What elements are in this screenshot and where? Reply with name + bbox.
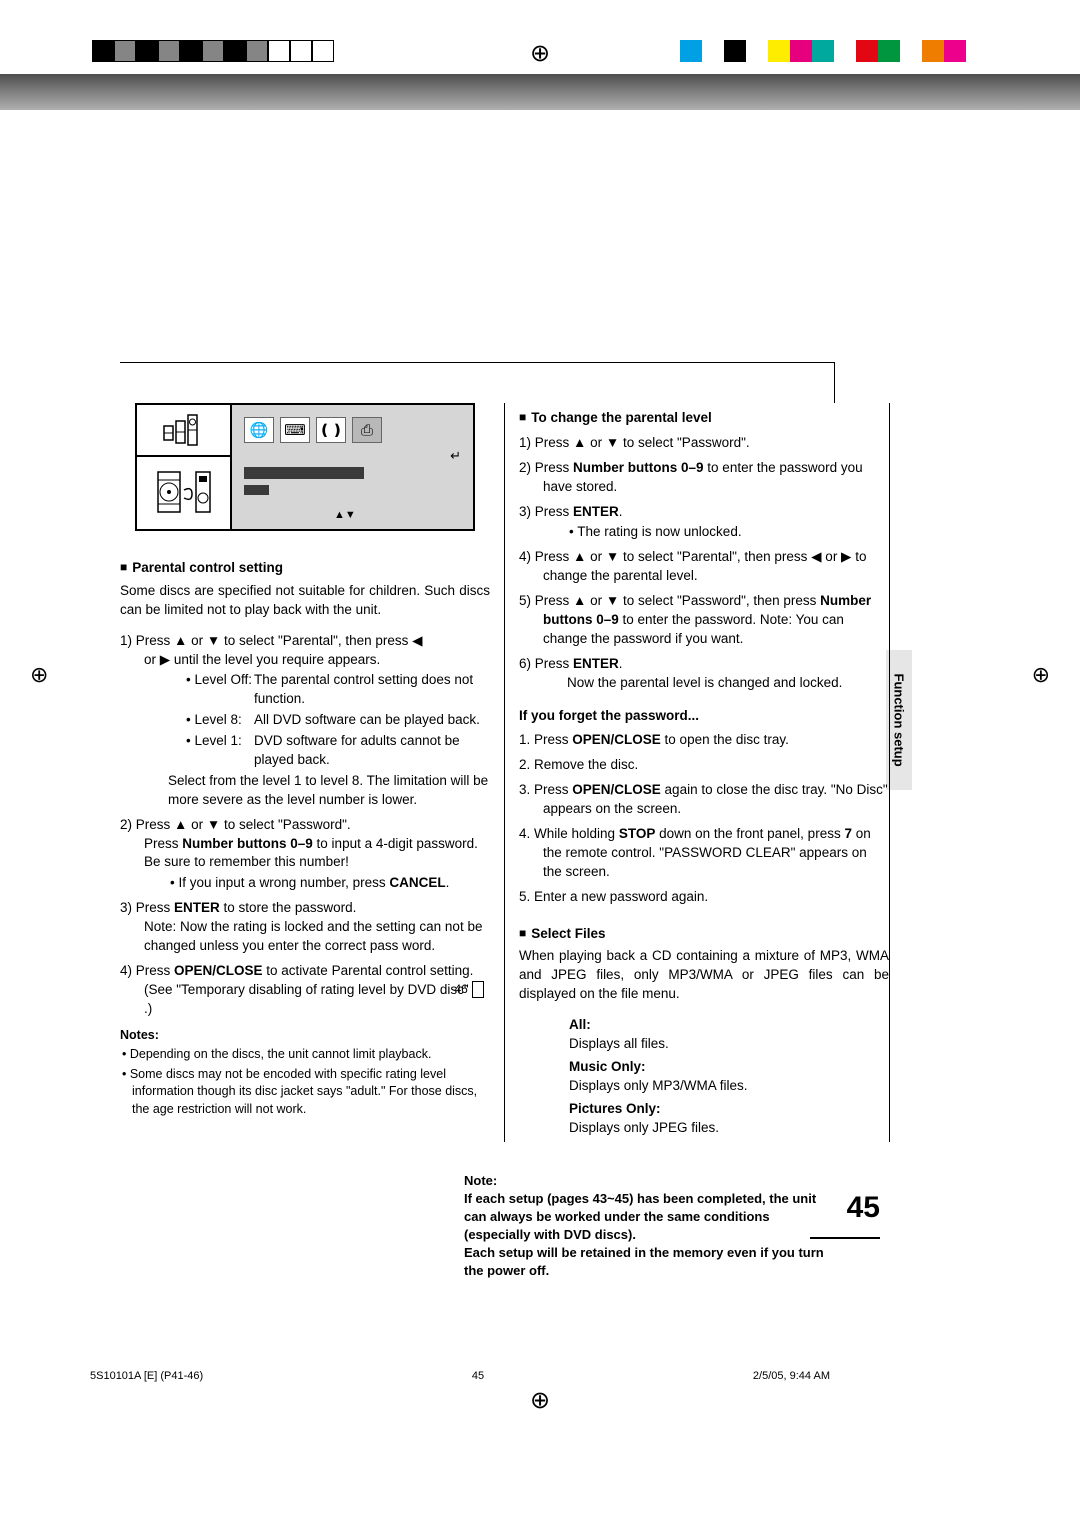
osd-disc-icon	[137, 457, 230, 529]
footer-timestamp: 2/5/05, 9:44 AM	[753, 1369, 830, 1384]
footer-doc-id: 5S10101A [E] (P41-46)	[90, 1369, 203, 1384]
section-heading: ■Parental control setting	[120, 559, 490, 578]
updown-icon: ▲▼	[334, 508, 356, 523]
body-text: When playing back a CD containing a mixt…	[519, 947, 889, 1004]
osd-screenshot: 🌐 ⌨ ❪❫ ⎙ ↵ ▲▼	[135, 403, 475, 531]
notes-heading: Notes:	[120, 1027, 490, 1045]
tv-icon: ⌨	[280, 417, 310, 443]
left-column: 🌐 ⌨ ❪❫ ⎙ ↵ ▲▼ ■Parental control setting …	[120, 403, 505, 1142]
osd-menu-dots	[244, 485, 269, 495]
footer-page: 45	[472, 1369, 484, 1384]
audio-icon: ❪❫	[316, 417, 346, 443]
page-ref-box: 46	[472, 981, 484, 998]
definition-list: All: Displays all files. Music Only: Dis…	[519, 1016, 889, 1137]
section-heading: ■To change the parental level	[519, 409, 889, 428]
footer: 5S10101A [E] (P41-46) 45 2/5/05, 9:44 AM	[0, 1369, 1080, 1384]
bottom-note: Note: If each setup (pages 43~45) has be…	[450, 1172, 1020, 1281]
osd-speaker-icon	[137, 405, 230, 457]
globe-icon: 🌐	[244, 417, 274, 443]
step-list: 1) Press ▲ or ▼ to select "Parental", th…	[120, 632, 490, 1019]
section-heading: ■Select Files	[519, 925, 889, 944]
osd-menu-bar	[244, 467, 364, 479]
page-number: 45	[847, 1187, 880, 1229]
notes-list: • Depending on the discs, the unit canno…	[120, 1046, 490, 1118]
body-text: Some discs are specified not suitable fo…	[120, 582, 490, 620]
right-column: ■To change the parental level 1) Press ▲…	[505, 403, 890, 1142]
page-number-underline	[810, 1237, 880, 1239]
sub-heading: If you forget the password...	[519, 707, 889, 726]
step-list: 1. Press OPEN/CLOSE to open the disc tra…	[519, 731, 889, 906]
return-icon: ↵	[450, 447, 461, 465]
registration-mark-icon: ⊕	[0, 1384, 1080, 1418]
step-list: 1) Press ▲ or ▼ to select "Password". 2)…	[519, 434, 889, 693]
lock-icon: ⎙	[352, 417, 382, 443]
